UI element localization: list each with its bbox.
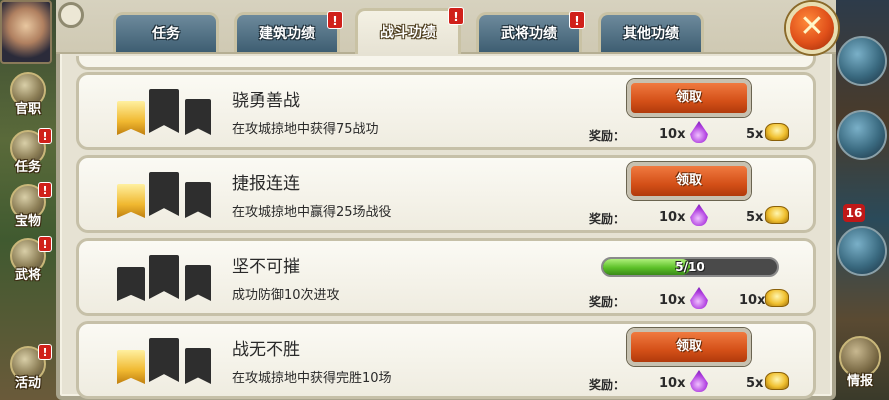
- reward-label: 奖励：: [589, 378, 626, 392]
- gold-reward-value: 5x: [746, 376, 764, 391]
- gold-banner-icon: [117, 184, 145, 218]
- close-icon: ✕: [799, 9, 825, 44]
- achievement-desc: 成功防御10次进攻: [232, 288, 340, 303]
- alert-badge: !: [448, 7, 464, 25]
- claim-button[interactable]: 领取: [627, 328, 751, 366]
- tab-label: 建筑功绩: [259, 26, 315, 42]
- right-menu-icon[interactable]: [837, 226, 887, 276]
- sidebar-item-generals[interactable]: 武将 !: [4, 236, 52, 288]
- tab-label: 其他功绩: [623, 26, 679, 42]
- achievement-list[interactable]: 骁勇善战 在攻城掠地中获得75战功 领取 奖励： 10x 5x 捷报连连 在攻城…: [76, 56, 816, 400]
- achievement-desc: 在攻城掠地中获得75战功: [232, 122, 379, 137]
- list-item-partial: [76, 56, 816, 70]
- reward-label: 奖励：: [589, 212, 626, 226]
- achievement-title: 骁勇善战: [232, 91, 300, 111]
- achievement-title: 战无不胜: [232, 340, 300, 360]
- sidebar-item-label: 活动: [14, 376, 41, 391]
- alert-badge: !: [38, 128, 52, 144]
- tab-label: 任务: [152, 26, 180, 42]
- list-item: 捷报连连 在攻城掠地中赢得25场战役 领取 奖励： 10x 5x: [76, 155, 816, 233]
- banner-icons: [115, 255, 215, 303]
- sidebar-item-events[interactable]: 活动 !: [4, 344, 52, 396]
- reward-label: 奖励：: [589, 295, 626, 309]
- achievement-desc: 在攻城掠地中赢得25场战役: [232, 205, 392, 220]
- tab-general-merits[interactable]: 武将功绩 !: [476, 11, 585, 52]
- tab-other-merits[interactable]: 其他功绩: [598, 12, 704, 52]
- list-item: 骁勇善战 在攻城掠地中获得75战功 领取 奖励： 10x 5x: [76, 72, 816, 150]
- banner-icons: [115, 89, 215, 137]
- gem-icon: [690, 287, 708, 309]
- sidebar-item-label: 武将: [14, 268, 41, 283]
- sidebar-item-label: 官职: [14, 102, 41, 117]
- claim-button[interactable]: 领取: [627, 162, 751, 200]
- banner-icon: [185, 348, 211, 384]
- gem-icon: [690, 204, 708, 226]
- banner-icon: [149, 338, 179, 382]
- player-avatar[interactable]: [0, 0, 52, 64]
- gold-ingot-icon: [765, 372, 789, 390]
- claim-button[interactable]: 领取: [627, 79, 751, 117]
- tab-tasks[interactable]: 任务: [113, 12, 219, 52]
- tab-label: 战斗功绩: [380, 25, 436, 41]
- banner-icon: [185, 182, 211, 218]
- gold-reward-value: 5x: [746, 127, 764, 142]
- gold-reward-value: 10x: [739, 293, 766, 308]
- close-button[interactable]: ✕: [786, 2, 838, 54]
- banner-icon: [149, 255, 179, 299]
- alert-badge: !: [569, 11, 585, 29]
- achievement-title: 捷报连连: [232, 174, 300, 194]
- gold-reward-value: 5x: [746, 210, 764, 225]
- right-menu-icon[interactable]: [837, 36, 887, 86]
- gem-reward-value: 10x: [659, 210, 686, 225]
- alert-badge: !: [38, 236, 52, 252]
- count-badge: 16: [843, 204, 865, 222]
- sidebar-item-quest[interactable]: 任务 !: [4, 128, 52, 180]
- gold-banner-icon: [117, 101, 145, 135]
- gem-icon: [690, 370, 708, 392]
- tab-label: 武将功绩: [501, 26, 557, 42]
- achievement-title: 坚不可摧: [232, 257, 300, 277]
- banner-icon: [149, 89, 179, 133]
- list-item: 坚不可摧 成功防御10次进攻 5/10 奖励： 10x 10x: [76, 238, 816, 316]
- gold-ingot-icon: [765, 206, 789, 224]
- tab-building-merits[interactable]: 建筑功绩 !: [234, 11, 343, 52]
- gold-ingot-icon: [765, 123, 789, 141]
- sidebar-item-label: 宝物: [14, 214, 41, 229]
- alert-badge: !: [327, 11, 343, 29]
- gold-banner-icon: [117, 350, 145, 384]
- banner-icon: [149, 172, 179, 216]
- tab-battle-merits[interactable]: 战斗功绩 !: [355, 7, 464, 54]
- achievement-desc: 在攻城掠地中获得完胜10场: [232, 371, 392, 386]
- right-menu-icon[interactable]: [837, 110, 887, 160]
- alert-badge: !: [38, 344, 52, 360]
- gem-reward-value: 10x: [659, 127, 686, 142]
- banner-icons: [115, 172, 215, 220]
- gem-icon: [690, 121, 708, 143]
- intel-label: 情报: [846, 374, 873, 389]
- gem-reward-value: 10x: [659, 293, 686, 308]
- alert-badge: !: [38, 182, 52, 198]
- banner-icon: [117, 267, 145, 301]
- banner-icons: [115, 338, 215, 386]
- progress-bar: 5/10: [601, 257, 779, 277]
- gem-reward-value: 10x: [659, 376, 686, 391]
- gold-ingot-icon: [765, 289, 789, 307]
- reward-label: 奖励：: [589, 129, 626, 143]
- sidebar-item-label: 任务: [14, 160, 41, 175]
- sidebar-item-rank[interactable]: 官职: [4, 70, 52, 122]
- intel-button[interactable]: 情报: [835, 336, 885, 396]
- corner-ornament-icon: [58, 2, 84, 28]
- list-item: 战无不胜 在攻城掠地中获得完胜10场 领取 奖励： 10x 5x: [76, 321, 816, 399]
- banner-icon: [185, 265, 211, 301]
- banner-icon: [185, 99, 211, 135]
- sidebar-item-treasure[interactable]: 宝物 !: [4, 182, 52, 234]
- progress-text: 5/10: [675, 260, 705, 274]
